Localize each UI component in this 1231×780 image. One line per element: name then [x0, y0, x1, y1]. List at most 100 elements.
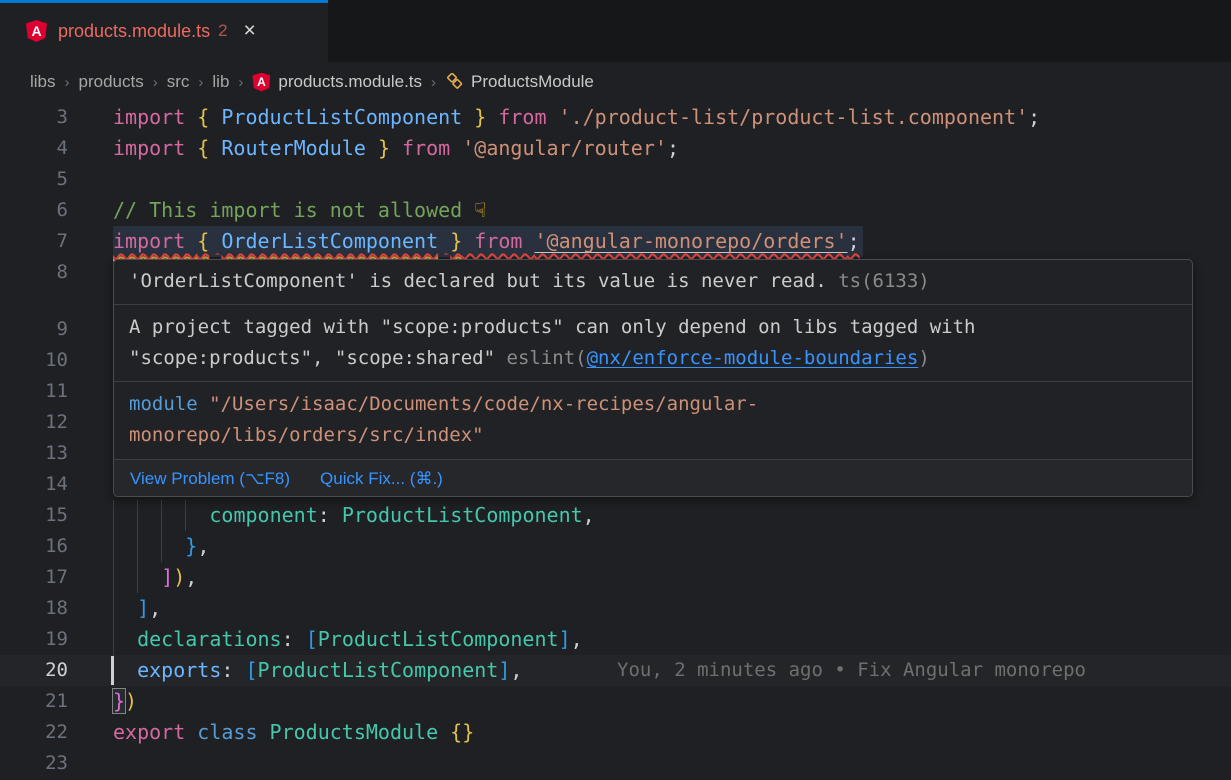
line-number-5: 5: [0, 164, 68, 195]
code-line-4[interactable]: 4import { RouterModule } from '@angular/…: [0, 133, 1231, 164]
popup-section-module-path: module "/Users/isaac/Documents/code/nx-r…: [114, 381, 1192, 459]
code-token: './product-list/product-list.component': [559, 105, 1029, 129]
git-blame-annotation: You, 2 minutes ago • Fix Angular monorep…: [617, 655, 1086, 686]
view-problem-button[interactable]: View Problem (⌥F8): [130, 469, 290, 489]
line-number-15: 15: [0, 500, 68, 531]
line-content: }): [113, 686, 1231, 717]
breadcrumb-item-symbol[interactable]: ProductsModule: [445, 72, 594, 92]
code-token: ): [173, 565, 185, 589]
code-token: {: [197, 136, 209, 160]
ts-error-message-line: 'OrderListComponent' is declared but its…: [129, 266, 1177, 297]
tab-products-module[interactable]: A products.module.ts 2 ×: [0, 0, 328, 62]
code-line-21[interactable]: 21}): [0, 686, 1231, 717]
code-token: }: [450, 229, 462, 253]
line-content: declarations: [ProductListComponent],: [113, 624, 1231, 655]
code-token: ;: [1028, 105, 1040, 129]
code-token: ProductListComponent: [258, 658, 499, 682]
code-token: ;: [667, 136, 679, 160]
breadcrumb-item-libs[interactable]: libs: [30, 72, 56, 92]
code-line-5[interactable]: 5: [0, 164, 1231, 195]
code-token: :: [282, 627, 306, 651]
code-token: ): [125, 689, 137, 713]
line-number-9: 9: [0, 314, 68, 345]
breadcrumb-separator: ›: [431, 74, 436, 91]
line-content: ],: [113, 593, 1231, 624]
code-token: ,: [197, 534, 209, 558]
code-line-20[interactable]: 20 exports: [ProductListComponent],You, 2…: [0, 655, 1231, 686]
line-number-16: 16: [0, 531, 68, 562]
line-number-6: 6: [0, 195, 68, 226]
popup-text: "/Users/isaac/Documents/code/nx-recipes/…: [209, 393, 758, 415]
line-content: exports: [ProductListComponent],You, 2 m…: [113, 655, 1231, 686]
code-token: ]: [161, 565, 173, 589]
code-token: [113, 593, 137, 624]
line-number-19: 19: [0, 624, 68, 655]
code-token: [113, 562, 137, 593]
eslint-rule-link[interactable]: @nx/enforce-module-boundaries: [587, 347, 919, 369]
hover-problem-popup: 'OrderListComponent' is declared but its…: [113, 259, 1193, 497]
code-line-15[interactable]: 15component: ProductListComponent,: [0, 500, 1231, 531]
line-number-18: 18: [0, 593, 68, 624]
tab-bar: A products.module.ts 2 ×: [0, 0, 1231, 62]
code-token: [: [245, 658, 257, 682]
text-cursor: [111, 656, 114, 685]
code-token: import: [113, 105, 197, 129]
class-symbol-icon: [445, 73, 464, 92]
line-content: import { RouterModule } from '@angular/r…: [113, 133, 1231, 164]
close-icon[interactable]: ×: [244, 19, 256, 43]
active-tab-indicator: [0, 0, 328, 3]
code-token: [161, 531, 185, 562]
code-token: from: [486, 105, 558, 129]
quick-fix-button[interactable]: Quick Fix... (⌘.): [320, 469, 443, 489]
line-content: export class ProductsModule {}: [113, 717, 1231, 748]
code-line-7[interactable]: 7import { OrderListComponent } from '@an…: [0, 226, 1231, 257]
code-token: ,: [510, 658, 522, 682]
popup-action-bar: View Problem (⌥F8) Quick Fix... (⌘.): [114, 459, 1192, 497]
code-token: }: [185, 534, 197, 558]
code-token: ProductListComponent: [342, 503, 583, 527]
code-line-23[interactable]: 23: [0, 748, 1231, 779]
code-token: [209, 105, 221, 129]
code-line-6[interactable]: 6// This import is not allowed ☟: [0, 195, 1231, 226]
code-token: exports: [137, 658, 221, 682]
code-token: [161, 500, 185, 531]
code-line-18[interactable]: 18],: [0, 593, 1231, 624]
breadcrumb-separator: ›: [65, 74, 70, 91]
popup-text: ): [918, 347, 929, 369]
code-token: '@angular/router': [462, 136, 667, 160]
line-number-3: 3: [0, 102, 68, 133]
code-token: }: [378, 136, 390, 160]
line-number-13: 13: [0, 438, 68, 469]
code-token: [209, 136, 221, 160]
code-token: ,: [571, 627, 583, 651]
code-line-17[interactable]: 17]),: [0, 562, 1231, 593]
code-line-16[interactable]: 16},: [0, 531, 1231, 562]
code-token: ;: [848, 229, 860, 253]
eslint-error-message-line: A project tagged with "scope:products" c…: [129, 312, 1177, 343]
code-line-22[interactable]: 22export class ProductsModule {}: [0, 717, 1231, 748]
line-content: import { ProductListComponent } from './…: [113, 102, 1231, 133]
line-content: import { OrderListComponent } from '@ang…: [113, 226, 1231, 257]
code-token: [113, 500, 137, 531]
breadcrumb-item-lib[interactable]: lib: [212, 72, 229, 92]
code-token: }: [113, 689, 125, 713]
code-token: :: [318, 503, 342, 527]
breadcrumb-item-products[interactable]: products: [79, 72, 144, 92]
code-token: [185, 500, 209, 531]
code-token: ,: [185, 565, 197, 589]
line-number-14: 14: [0, 469, 68, 500]
breadcrumb-item-src[interactable]: src: [167, 72, 190, 92]
orders-import-link[interactable]: '@angular-monorepo/orders': [534, 229, 847, 253]
code-line-3[interactable]: 3 import { ProductListComponent } from '.…: [0, 102, 1231, 133]
code-token: ,: [583, 503, 595, 527]
code-token: ProductListComponent: [318, 627, 559, 651]
code-token: import: [113, 136, 197, 160]
code-token: RouterModule: [221, 136, 366, 160]
code-token: [137, 562, 161, 593]
line-number-17: 17: [0, 562, 68, 593]
line-number-10: 10: [0, 345, 68, 376]
line-number-20: 20: [0, 655, 68, 686]
code-line-19[interactable]: 19 declarations: [ProductListComponent],: [0, 624, 1231, 655]
breadcrumb-item-file[interactable]: Aproducts.module.ts: [252, 72, 422, 92]
code-token: ]: [498, 658, 510, 682]
